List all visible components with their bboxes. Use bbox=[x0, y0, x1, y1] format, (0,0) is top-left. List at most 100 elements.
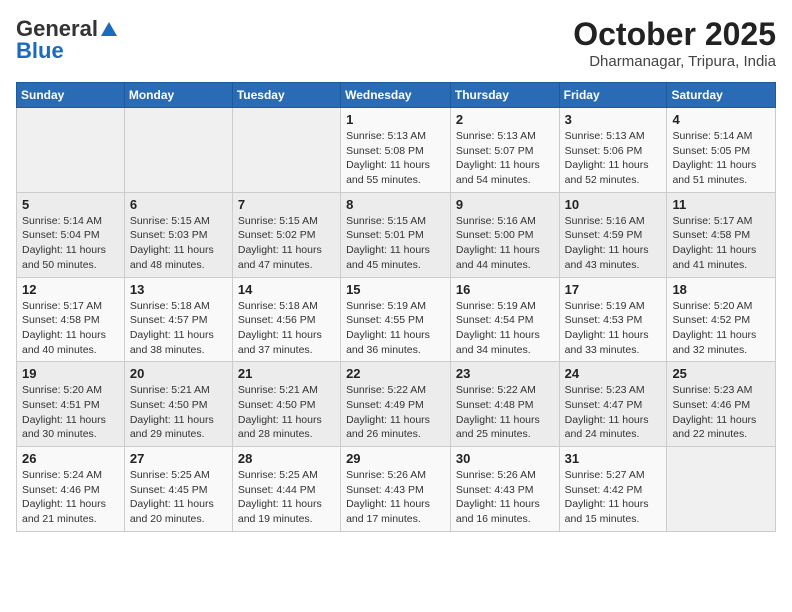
calendar-week-row: 19Sunrise: 5:20 AM Sunset: 4:51 PM Dayli… bbox=[17, 362, 776, 447]
day-number: 17 bbox=[565, 282, 662, 297]
calendar-cell: 7 Sunrise: 5:15 AM Sunset: 5:02 PM Daylig… bbox=[232, 192, 340, 277]
day-info: Sunrise: 5:13 AM Sunset: 5:06 PM Dayligh… bbox=[565, 129, 662, 188]
month-title: October 2025 bbox=[573, 16, 776, 53]
calendar-cell: 27 Sunrise: 5:25 AM Sunset: 4:45 PM Dayli… bbox=[124, 447, 232, 532]
day-number: 9 bbox=[456, 197, 554, 212]
day-info: Sunrise: 5:23 AM Sunset: 4:47 PM Dayligh… bbox=[565, 383, 662, 442]
day-number: 16 bbox=[456, 282, 554, 297]
day-number: 8 bbox=[346, 197, 445, 212]
calendar-cell: 1 Sunrise: 5:13 AM Sunset: 5:08 PM Daylig… bbox=[341, 108, 451, 193]
weekday-header-monday: Monday bbox=[124, 83, 232, 108]
day-info: Sunrise: 5:26 AM Sunset: 4:43 PM Dayligh… bbox=[346, 468, 445, 527]
calendar-cell: 29 Sunrise: 5:26 AM Sunset: 4:43 PM Dayli… bbox=[341, 447, 451, 532]
calendar-cell: 25 Sunrise: 5:23 AM Sunset: 4:46 PM Dayli… bbox=[667, 362, 776, 447]
day-info: Sunrise: 5:17 AM Sunset: 4:58 PM Dayligh… bbox=[22, 299, 119, 358]
weekday-header-tuesday: Tuesday bbox=[232, 83, 340, 108]
weekday-header-row: SundayMondayTuesdayWednesdayThursdayFrid… bbox=[17, 83, 776, 108]
day-info: Sunrise: 5:14 AM Sunset: 5:04 PM Dayligh… bbox=[22, 214, 119, 273]
day-number: 24 bbox=[565, 366, 662, 381]
calendar-cell: 31Sunrise: 5:27 AM Sunset: 4:42 PM Dayli… bbox=[559, 447, 667, 532]
day-info: Sunrise: 5:27 AM Sunset: 4:42 PM Dayligh… bbox=[565, 468, 662, 527]
calendar-cell: 22 Sunrise: 5:22 AM Sunset: 4:49 PM Dayli… bbox=[341, 362, 451, 447]
calendar-cell bbox=[232, 108, 340, 193]
day-number: 23 bbox=[456, 366, 554, 381]
calendar-cell bbox=[667, 447, 776, 532]
day-info: Sunrise: 5:15 AM Sunset: 5:01 PM Dayligh… bbox=[346, 214, 445, 273]
calendar-cell: 5 Sunrise: 5:14 AM Sunset: 5:04 PM Daylig… bbox=[17, 192, 125, 277]
calendar-cell: 17Sunrise: 5:19 AM Sunset: 4:53 PM Dayli… bbox=[559, 277, 667, 362]
day-number: 21 bbox=[238, 366, 335, 381]
title-block: October 2025 Dharmanagar, Tripura, India bbox=[573, 16, 776, 70]
day-number: 20 bbox=[130, 366, 227, 381]
logo-triangle-icon bbox=[100, 20, 118, 38]
calendar-cell: 24 Sunrise: 5:23 AM Sunset: 4:47 PM Dayli… bbox=[559, 362, 667, 447]
calendar-cell: 13 Sunrise: 5:18 AM Sunset: 4:57 PM Dayli… bbox=[124, 277, 232, 362]
day-number: 28 bbox=[238, 451, 335, 466]
day-number: 30 bbox=[456, 451, 554, 466]
day-number: 1 bbox=[346, 112, 445, 127]
calendar-cell: 19Sunrise: 5:20 AM Sunset: 4:51 PM Dayli… bbox=[17, 362, 125, 447]
day-info: Sunrise: 5:21 AM Sunset: 4:50 PM Dayligh… bbox=[238, 383, 335, 442]
calendar-table: SundayMondayTuesdayWednesdayThursdayFrid… bbox=[16, 82, 776, 532]
weekday-header-saturday: Saturday bbox=[667, 83, 776, 108]
day-info: Sunrise: 5:22 AM Sunset: 4:49 PM Dayligh… bbox=[346, 383, 445, 442]
day-info: Sunrise: 5:13 AM Sunset: 5:07 PM Dayligh… bbox=[456, 129, 554, 188]
day-number: 7 bbox=[238, 197, 335, 212]
calendar-cell: 23 Sunrise: 5:22 AM Sunset: 4:48 PM Dayli… bbox=[450, 362, 559, 447]
day-number: 18 bbox=[672, 282, 770, 297]
day-number: 11 bbox=[672, 197, 770, 212]
day-info: Sunrise: 5:14 AM Sunset: 5:05 PM Dayligh… bbox=[672, 129, 770, 188]
logo: General Blue bbox=[16, 16, 118, 64]
day-number: 13 bbox=[130, 282, 227, 297]
calendar-cell: 26Sunrise: 5:24 AM Sunset: 4:46 PM Dayli… bbox=[17, 447, 125, 532]
calendar-week-row: 1 Sunrise: 5:13 AM Sunset: 5:08 PM Daylig… bbox=[17, 108, 776, 193]
day-info: Sunrise: 5:15 AM Sunset: 5:02 PM Dayligh… bbox=[238, 214, 335, 273]
day-info: Sunrise: 5:13 AM Sunset: 5:08 PM Dayligh… bbox=[346, 129, 445, 188]
calendar-cell: 9 Sunrise: 5:16 AM Sunset: 5:00 PM Daylig… bbox=[450, 192, 559, 277]
day-number: 26 bbox=[22, 451, 119, 466]
weekday-header-wednesday: Wednesday bbox=[341, 83, 451, 108]
day-number: 22 bbox=[346, 366, 445, 381]
calendar-cell bbox=[124, 108, 232, 193]
day-info: Sunrise: 5:20 AM Sunset: 4:52 PM Dayligh… bbox=[672, 299, 770, 358]
calendar-week-row: 12 Sunrise: 5:17 AM Sunset: 4:58 PM Dayli… bbox=[17, 277, 776, 362]
calendar-week-row: 5 Sunrise: 5:14 AM Sunset: 5:04 PM Daylig… bbox=[17, 192, 776, 277]
calendar-cell: 11Sunrise: 5:17 AM Sunset: 4:58 PM Dayli… bbox=[667, 192, 776, 277]
calendar-week-row: 26Sunrise: 5:24 AM Sunset: 4:46 PM Dayli… bbox=[17, 447, 776, 532]
day-info: Sunrise: 5:21 AM Sunset: 4:50 PM Dayligh… bbox=[130, 383, 227, 442]
calendar-cell: 8 Sunrise: 5:15 AM Sunset: 5:01 PM Daylig… bbox=[341, 192, 451, 277]
day-number: 2 bbox=[456, 112, 554, 127]
logo-blue-text: Blue bbox=[16, 38, 64, 64]
header: General Blue October 2025 Dharmanagar, T… bbox=[16, 16, 776, 70]
calendar-cell: 30 Sunrise: 5:26 AM Sunset: 4:43 PM Dayli… bbox=[450, 447, 559, 532]
calendar-cell: 28 Sunrise: 5:25 AM Sunset: 4:44 PM Dayli… bbox=[232, 447, 340, 532]
day-number: 5 bbox=[22, 197, 119, 212]
calendar-cell: 6Sunrise: 5:15 AM Sunset: 5:03 PM Daylig… bbox=[124, 192, 232, 277]
calendar-cell: 12 Sunrise: 5:17 AM Sunset: 4:58 PM Dayli… bbox=[17, 277, 125, 362]
day-number: 19 bbox=[22, 366, 119, 381]
day-info: Sunrise: 5:23 AM Sunset: 4:46 PM Dayligh… bbox=[672, 383, 770, 442]
calendar-cell: 4Sunrise: 5:14 AM Sunset: 5:05 PM Daylig… bbox=[667, 108, 776, 193]
day-info: Sunrise: 5:19 AM Sunset: 4:54 PM Dayligh… bbox=[456, 299, 554, 358]
day-info: Sunrise: 5:18 AM Sunset: 4:57 PM Dayligh… bbox=[130, 299, 227, 358]
calendar-cell: 20 Sunrise: 5:21 AM Sunset: 4:50 PM Dayli… bbox=[124, 362, 232, 447]
day-number: 6 bbox=[130, 197, 227, 212]
day-number: 27 bbox=[130, 451, 227, 466]
day-number: 15 bbox=[346, 282, 445, 297]
weekday-header-friday: Friday bbox=[559, 83, 667, 108]
day-info: Sunrise: 5:22 AM Sunset: 4:48 PM Dayligh… bbox=[456, 383, 554, 442]
calendar-cell: 15Sunrise: 5:19 AM Sunset: 4:55 PM Dayli… bbox=[341, 277, 451, 362]
day-number: 3 bbox=[565, 112, 662, 127]
day-info: Sunrise: 5:26 AM Sunset: 4:43 PM Dayligh… bbox=[456, 468, 554, 527]
day-number: 14 bbox=[238, 282, 335, 297]
day-info: Sunrise: 5:16 AM Sunset: 4:59 PM Dayligh… bbox=[565, 214, 662, 273]
day-number: 29 bbox=[346, 451, 445, 466]
calendar-cell: 10Sunrise: 5:16 AM Sunset: 4:59 PM Dayli… bbox=[559, 192, 667, 277]
weekday-header-sunday: Sunday bbox=[17, 83, 125, 108]
day-number: 25 bbox=[672, 366, 770, 381]
day-info: Sunrise: 5:25 AM Sunset: 4:44 PM Dayligh… bbox=[238, 468, 335, 527]
day-info: Sunrise: 5:25 AM Sunset: 4:45 PM Dayligh… bbox=[130, 468, 227, 527]
day-number: 12 bbox=[22, 282, 119, 297]
day-info: Sunrise: 5:16 AM Sunset: 5:00 PM Dayligh… bbox=[456, 214, 554, 273]
calendar-cell: 3 Sunrise: 5:13 AM Sunset: 5:06 PM Daylig… bbox=[559, 108, 667, 193]
